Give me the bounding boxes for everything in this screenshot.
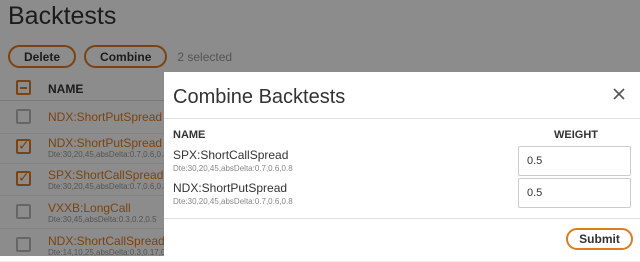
weight-input[interactable] bbox=[518, 178, 631, 208]
submit-button[interactable]: Submit bbox=[566, 228, 633, 250]
close-button[interactable] bbox=[610, 85, 628, 103]
column-header-name: NAME bbox=[173, 129, 206, 141]
footer-divider bbox=[164, 218, 640, 219]
dialog-row-params: Dte:30,20,45,absDelta:0.7,0.6,0.8 bbox=[173, 164, 293, 173]
dialog-row-name: SPX:ShortCallSpread bbox=[173, 148, 289, 162]
close-icon bbox=[613, 88, 625, 100]
dialog-title: Combine Backtests bbox=[173, 86, 346, 108]
column-header-weight: WEIGHT bbox=[554, 129, 598, 141]
dialog-row-name: NDX:ShortPutSpread bbox=[173, 181, 288, 195]
combine-backtests-dialog: Combine Backtests NAME WEIGHT SPX:ShortC… bbox=[164, 72, 640, 256]
header-divider bbox=[164, 118, 640, 119]
weight-input[interactable] bbox=[518, 146, 631, 176]
dialog-row-params: Dte:30,20,45,absDelta:0.7,0.6,0.8 bbox=[173, 197, 293, 206]
